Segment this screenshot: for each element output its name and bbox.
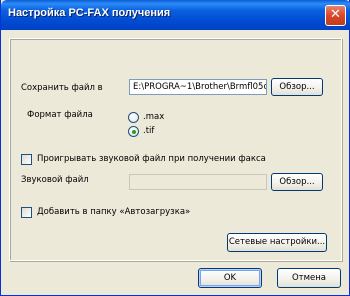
pcfax-receive-settings-dialog: Настройка PC-FAX получения ✕ Сохранить ф… <box>0 0 350 296</box>
close-icon: ✕ <box>330 7 341 22</box>
cancel-button[interactable]: Отмена <box>277 268 341 288</box>
format-tif-radio[interactable] <box>128 126 139 137</box>
title-bar[interactable]: Настройка PC-FAX получения ✕ <box>1 0 350 30</box>
autostart-label: Добавить в папку «Автозагрузка» <box>37 207 191 217</box>
save-path-field[interactable]: E:\PROGRA~1\Brother\Brmfl05c\ <box>129 79 267 95</box>
format-max-label: .max <box>143 112 165 122</box>
autostart-checkbox[interactable] <box>21 207 32 218</box>
radio-selected-dot <box>131 129 136 134</box>
network-settings-button[interactable]: Сетевые настройки... <box>227 233 327 252</box>
format-tif-label: .tif <box>143 126 155 136</box>
save-path-browse-button[interactable]: Обзор... <box>271 78 323 96</box>
settings-group <box>9 38 342 261</box>
play-sound-checkbox[interactable] <box>21 154 32 165</box>
play-sound-label: Проигрывать звуковой файл при получении … <box>37 154 266 164</box>
window-title: Настройка PC-FAX получения <box>8 7 171 19</box>
format-max-radio[interactable] <box>128 112 139 123</box>
sound-file-browse-button[interactable]: Обзор... <box>271 173 323 191</box>
sound-file-field[interactable] <box>129 174 267 190</box>
close-button[interactable]: ✕ <box>325 5 346 26</box>
file-format-label: Формат файла <box>27 110 93 120</box>
ok-button[interactable]: OK <box>198 268 262 288</box>
sound-file-label: Звуковой файл <box>21 175 89 185</box>
save-path-label: Сохранить файл в <box>21 83 103 93</box>
